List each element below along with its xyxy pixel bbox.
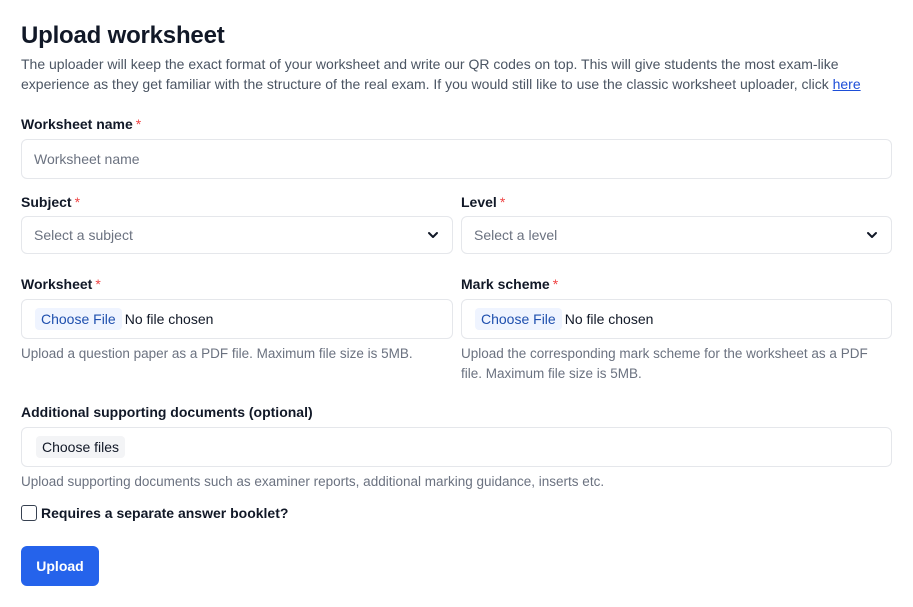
answer-booklet-row: Requires a separate answer booklet? xyxy=(21,505,288,521)
required-marker: * xyxy=(499,194,506,210)
intro-body: The uploader will keep the exact format … xyxy=(21,56,839,92)
required-marker: * xyxy=(135,116,142,132)
subject-select[interactable]: Select a subject xyxy=(21,216,453,254)
chevron-down-icon xyxy=(867,232,877,238)
supporting-docs-label: Additional supporting documents (optiona… xyxy=(21,404,313,420)
worksheet-name-label: Worksheet name * xyxy=(21,116,142,132)
worksheet-file-input: Choose File No file chosen xyxy=(21,299,453,339)
worksheet-file-status: No file chosen xyxy=(124,311,214,327)
supporting-docs-field: Additional supporting documents (optiona… xyxy=(21,402,892,492)
chevron-down-icon xyxy=(428,232,438,238)
page-title: Upload worksheet xyxy=(21,22,225,49)
choose-files-button[interactable]: Choose files xyxy=(36,436,126,458)
level-select-value: Select a level xyxy=(474,227,558,243)
markscheme-file-field: Mark scheme * Choose File No file chosen … xyxy=(461,274,892,384)
markscheme-file-status: No file chosen xyxy=(564,311,654,327)
upload-worksheet-page: Upload worksheet The uploader will keep … xyxy=(21,20,892,586)
supporting-docs-help: Upload supporting documents such as exam… xyxy=(21,474,605,489)
markscheme-choose-file-button[interactable]: Choose File xyxy=(475,308,562,330)
worksheet-choose-file-button[interactable]: Choose File xyxy=(35,308,122,330)
answer-booklet-checkbox[interactable] xyxy=(21,505,37,521)
classic-uploader-link[interactable]: here xyxy=(833,76,861,92)
subject-label: Subject * xyxy=(21,194,81,210)
worksheet-name-field: Worksheet name * Worksheet name xyxy=(21,114,892,179)
markscheme-file-label: Mark scheme * xyxy=(461,276,559,292)
worksheet-file-field: Worksheet * Choose File No file chosen Up… xyxy=(21,274,453,364)
subject-field: Subject * Select a subject xyxy=(21,192,453,254)
level-field: Level * Select a level xyxy=(461,192,892,254)
worksheet-file-help: Upload a question paper as a PDF file. M… xyxy=(21,346,413,361)
answer-booklet-label[interactable]: Requires a separate answer booklet? xyxy=(41,505,288,521)
required-marker: * xyxy=(95,276,101,292)
required-marker: * xyxy=(552,276,559,292)
supporting-docs-input: Choose files xyxy=(21,427,892,467)
level-label: Level * xyxy=(461,194,506,210)
intro-text: The uploader will keep the exact format … xyxy=(21,54,881,94)
level-select[interactable]: Select a level xyxy=(461,216,892,254)
worksheet-name-input[interactable]: Worksheet name xyxy=(21,139,892,179)
required-marker: * xyxy=(74,194,81,210)
markscheme-file-help: Upload the corresponding mark scheme for… xyxy=(461,346,868,381)
markscheme-file-input: Choose File No file chosen xyxy=(461,299,892,339)
worksheet-file-label: Worksheet * xyxy=(21,276,101,292)
subject-select-value: Select a subject xyxy=(34,227,133,243)
upload-button[interactable]: Upload xyxy=(21,546,99,586)
